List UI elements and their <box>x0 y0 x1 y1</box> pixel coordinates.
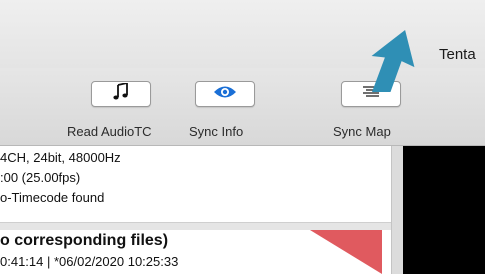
sync-info-button[interactable] <box>195 81 255 107</box>
list-item[interactable]: o corresponding files) 0:41:14 | *06/02/… <box>0 230 391 274</box>
file-info-timecode: o-Timecode found <box>0 190 105 205</box>
read-audiotc-button[interactable] <box>91 81 151 107</box>
file-info-audio: 4CH, 24bit, 48000Hz <box>0 150 121 165</box>
sync-info-label: Sync Info <box>189 124 244 139</box>
file-info-framerate: :00 (25.00fps) <box>0 170 81 185</box>
music-note-icon <box>113 81 129 106</box>
status-flag-icon <box>310 230 382 274</box>
eye-icon <box>213 84 237 105</box>
sync-map-label: Sync Map <box>333 124 391 139</box>
video-preview-panel <box>403 146 485 274</box>
window-title: Tenta <box>439 46 476 63</box>
list-item-title: o corresponding files) <box>0 232 169 249</box>
list-item-timestamps: 0:41:14 | *06/02/2020 10:25:33 <box>0 254 179 269</box>
annotation-arrow-icon <box>371 30 415 92</box>
read-audiotc-label: Read AudioTC <box>67 124 152 139</box>
